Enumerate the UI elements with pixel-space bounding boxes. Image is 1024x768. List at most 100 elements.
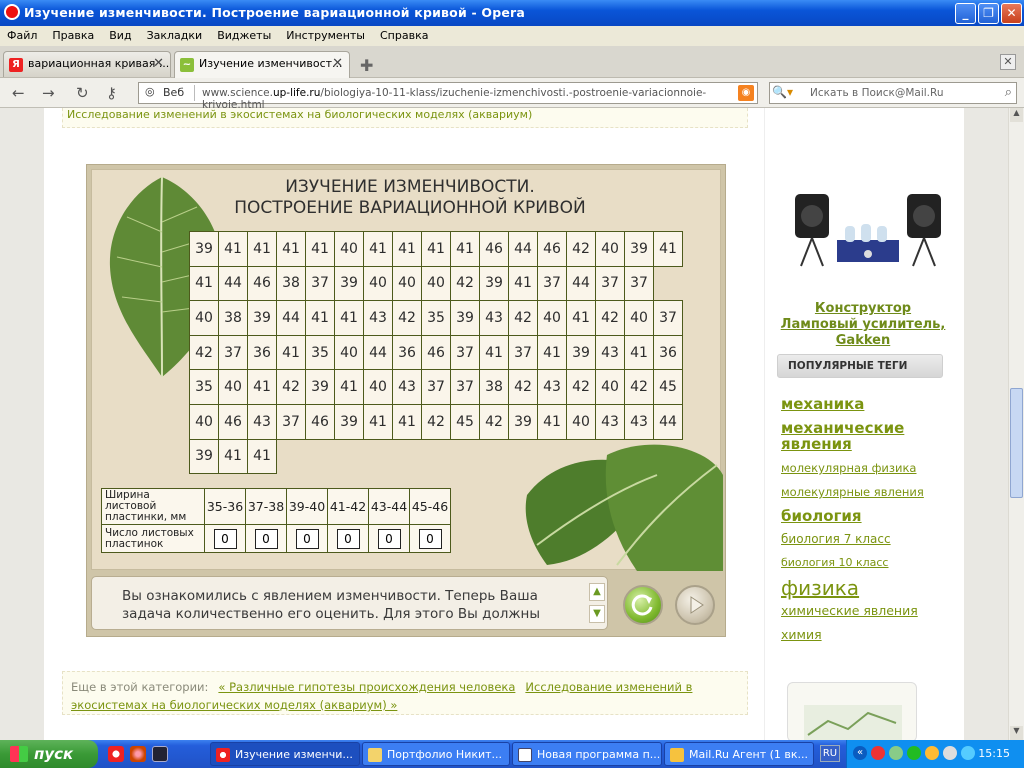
grid-cell: 37 [218, 334, 248, 371]
language-indicator[interactable]: RU [820, 745, 840, 762]
grid-cell: 46 [305, 403, 335, 440]
grid-empty [277, 439, 306, 474]
count-input[interactable] [336, 528, 360, 549]
yandex-icon: Я [9, 58, 23, 72]
flash-applet[interactable]: ИЗУЧЕНИЕ ИЗМЕНЧИВОСТИ. ПОСТРОЕНИЕ ВАРИАЦ… [86, 164, 726, 637]
browser-quicklaunch-icon[interactable] [130, 746, 146, 762]
network-tray-icon[interactable] [889, 746, 903, 760]
count-input[interactable] [418, 528, 442, 549]
article-thumbnail[interactable] [787, 682, 917, 740]
scroll-down-arrow-icon[interactable]: ▼ [1010, 726, 1023, 740]
volume-tray-icon[interactable] [943, 746, 957, 760]
scroll-down-icon[interactable]: ▼ [589, 605, 605, 623]
prev-article-link[interactable]: « Различные гипотезы происхождения челов… [218, 680, 515, 694]
menu-widgets[interactable]: Виджеты [210, 26, 279, 42]
repeat-button[interactable] [623, 585, 663, 625]
tag-link[interactable]: биология 10 класс [781, 555, 888, 571]
grid-cell: 39 [566, 334, 596, 371]
count-cell [409, 524, 451, 553]
search-icon[interactable]: ⌕ [1005, 85, 1012, 100]
grid-cell: 41 [363, 403, 393, 440]
grid-cell: 43 [392, 369, 422, 405]
count-input[interactable] [295, 528, 319, 549]
task-opera[interactable]: Изучение изменчи... [210, 742, 360, 766]
count-input[interactable] [377, 528, 401, 549]
range-cell: 45-46 [409, 488, 451, 525]
address-bar[interactable]: ◎ Веб www.science.up-life.ru/biologiya-10… [138, 82, 758, 111]
amplifier-ad-link[interactable]: Конструктор Ламповый усилитель, Gakken [777, 301, 949, 349]
tag-link[interactable]: химические явления [781, 603, 918, 619]
tab-close-icon[interactable]: ✕ [153, 56, 164, 71]
play-icon [690, 596, 704, 614]
task-folder[interactable]: Портфолио Никит... [362, 742, 510, 766]
forward-icon[interactable]: → [42, 84, 55, 102]
save-quicklaunch-icon[interactable] [152, 746, 168, 762]
tag-link[interactable]: биология [781, 508, 862, 524]
icq-tray-icon[interactable] [907, 746, 921, 760]
tab-variation-curve[interactable]: Я вариационная кривая ... ✕ [3, 51, 171, 77]
task-mailru-agent[interactable]: Mail.Ru Агент (1 вк... [664, 742, 814, 766]
count-input[interactable] [254, 528, 278, 549]
grid-cell: 42 [566, 231, 596, 267]
grid-cell: 46 [421, 334, 451, 371]
key-icon[interactable]: ⚷ [106, 84, 117, 102]
menu-bookmarks[interactable]: Закладки [140, 26, 211, 42]
grid-cell: 37 [450, 369, 480, 405]
task-program[interactable]: Новая программа п... [512, 742, 662, 766]
tab-izuchenie[interactable]: ~ Изучение изменчивост... ✕ [174, 51, 350, 78]
count-input[interactable] [213, 528, 237, 549]
grid-cell: 36 [247, 334, 277, 371]
grid-cell: 39 [334, 265, 364, 302]
grid-cell: 40 [392, 265, 422, 302]
rss-icon[interactable]: ◉ [738, 85, 754, 101]
window-titlebar[interactable]: Изучение изменчивости. Построение вариац… [0, 0, 1024, 26]
task-label: Новая программа п... [537, 748, 661, 761]
tag-link[interactable]: физика [781, 577, 859, 599]
reload-icon[interactable]: ↻ [76, 84, 89, 102]
tag-link[interactable]: химия [781, 627, 822, 643]
vertical-scrollbar[interactable]: ▲ ▼ [1008, 108, 1024, 740]
web-badge[interactable]: ◎ Веб [143, 85, 184, 99]
close-button[interactable]: ✕ [1001, 3, 1022, 24]
menu-view[interactable]: Вид [102, 26, 139, 42]
tag-link[interactable]: механика [781, 396, 864, 412]
tag-link[interactable]: механические явления [781, 420, 931, 452]
minimize-button[interactable]: _ [955, 3, 976, 24]
top-related-link[interactable]: Исследование изменений в экосистемах на … [62, 108, 748, 128]
scroll-up-arrow-icon[interactable]: ▲ [1010, 108, 1023, 122]
opera-quicklaunch-icon[interactable] [108, 746, 124, 762]
search-field[interactable]: 🔍▾ Искать в Поиск@Mail.Ru ⌕ [769, 82, 1017, 104]
mail-tray-icon[interactable] [925, 746, 939, 760]
search-engine-icon[interactable]: 🔍▾ [772, 85, 802, 101]
tab-close-icon[interactable]: ✕ [332, 56, 343, 71]
maximize-button[interactable]: ❐ [978, 3, 999, 24]
back-icon[interactable]: ← [12, 84, 25, 102]
new-tab-icon[interactable]: ✚ [360, 56, 373, 75]
start-button[interactable]: пуск [0, 740, 98, 768]
tube-amplifier-image[interactable] [793, 186, 943, 278]
menu-tools[interactable]: Инструменты [279, 26, 373, 42]
menu-file[interactable]: Файл [0, 26, 45, 42]
scrollbar-thumb[interactable] [1010, 388, 1023, 498]
grid-cell: 41 [392, 403, 422, 440]
tag-link[interactable]: биология 7 класс [781, 531, 891, 547]
instruction-text: Вы ознакомились с явлением изменчивости.… [122, 588, 540, 622]
grid-cell: 42 [189, 334, 219, 371]
opera-tray-icon[interactable] [871, 746, 885, 760]
menu-help[interactable]: Справка [373, 26, 436, 42]
connection-tray-icon[interactable] [961, 746, 975, 760]
trash-icon[interactable]: ✕ [1000, 54, 1016, 70]
menu-edit[interactable]: Правка [45, 26, 102, 42]
grid-cell: 46 [537, 231, 567, 267]
next-button[interactable] [675, 585, 715, 625]
grid-cell: 41 [450, 231, 480, 267]
tag-link[interactable]: молекулярные явления [781, 484, 924, 500]
grid-cell: 44 [566, 265, 596, 302]
count-cell [204, 524, 246, 553]
collapse-tray-icon[interactable]: « [853, 746, 867, 760]
tag-link[interactable]: молекулярная физика [781, 460, 916, 476]
grid-cell: 41 [305, 300, 335, 336]
scroll-up-icon[interactable]: ▲ [589, 583, 605, 601]
count-cell [327, 524, 369, 553]
grid-cell: 40 [566, 403, 596, 440]
